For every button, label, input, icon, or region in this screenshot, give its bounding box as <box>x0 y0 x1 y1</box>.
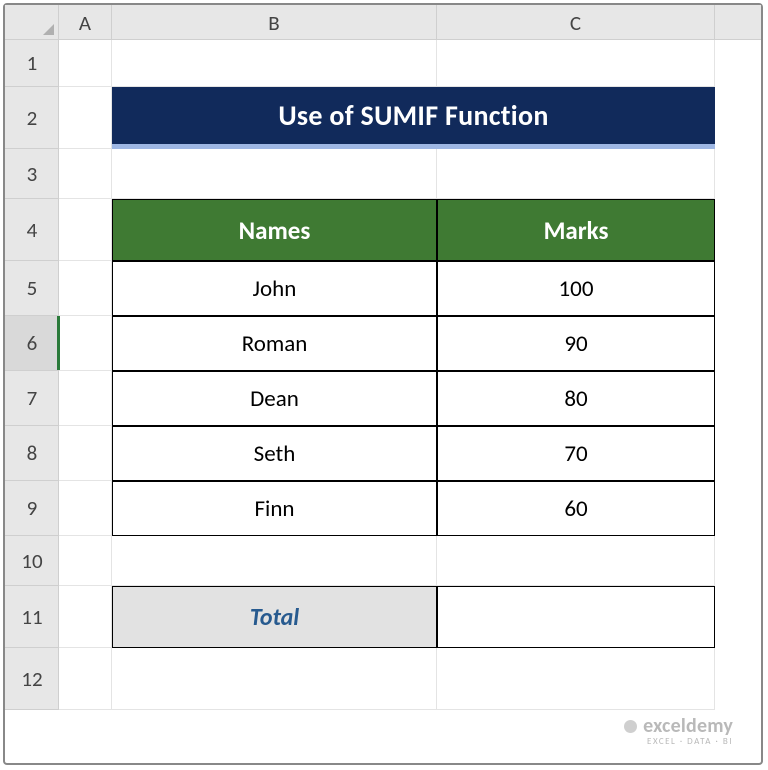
row-header-8[interactable]: 8 <box>5 426 59 481</box>
title-banner: Use of SUMIF Function <box>112 87 715 149</box>
table-cell-mark[interactable]: 100 <box>437 261 715 316</box>
row-header-3[interactable]: 3 <box>5 149 59 199</box>
table-cell-name[interactable]: Dean <box>112 371 437 426</box>
row-header-10[interactable]: 10 <box>5 536 59 586</box>
row-header-11[interactable]: 11 <box>5 586 59 648</box>
total-label: Total <box>112 586 437 648</box>
row-header-9[interactable]: 9 <box>5 481 59 536</box>
row-header-column: 123456789101112 <box>5 40 59 710</box>
table-cell-mark[interactable]: 70 <box>437 426 715 481</box>
row-header-5[interactable]: 5 <box>5 261 59 316</box>
table-cell-name[interactable]: Seth <box>112 426 437 481</box>
logo-dot-icon <box>624 720 637 733</box>
table-cell-mark[interactable]: 80 <box>437 371 715 426</box>
table-cell-mark[interactable]: 90 <box>437 316 715 371</box>
row-header-12[interactable]: 12 <box>5 648 59 710</box>
column-header-A[interactable]: A <box>59 5 112 40</box>
table-cell-name[interactable]: John <box>112 261 437 316</box>
table-header-names: Names <box>112 199 437 261</box>
watermark: exceldemy EXCEL · DATA · BI <box>624 714 733 747</box>
spreadsheet-view: ABC 123456789101112 Use of SUMIF Functio… <box>3 3 763 765</box>
row-header-6[interactable]: 6 <box>5 316 59 371</box>
table-cell-name[interactable]: Finn <box>112 481 437 536</box>
column-header-row: ABC <box>59 5 761 40</box>
select-all-corner[interactable] <box>5 5 59 40</box>
row-header-7[interactable]: 7 <box>5 371 59 426</box>
table-cell-name[interactable]: Roman <box>112 316 437 371</box>
row-header-2[interactable]: 2 <box>5 87 59 149</box>
row-header-4[interactable]: 4 <box>5 199 59 261</box>
column-header-C[interactable]: C <box>437 5 715 40</box>
table-cell-mark[interactable]: 60 <box>437 481 715 536</box>
watermark-brand: exceldemy <box>643 714 733 738</box>
row-header-1[interactable]: 1 <box>5 40 59 87</box>
total-value-cell[interactable] <box>437 586 715 648</box>
cell-grid[interactable]: Use of SUMIF Function Names Marks John10… <box>59 40 761 763</box>
column-header-B[interactable]: B <box>112 5 437 40</box>
table-header-marks: Marks <box>437 199 715 261</box>
